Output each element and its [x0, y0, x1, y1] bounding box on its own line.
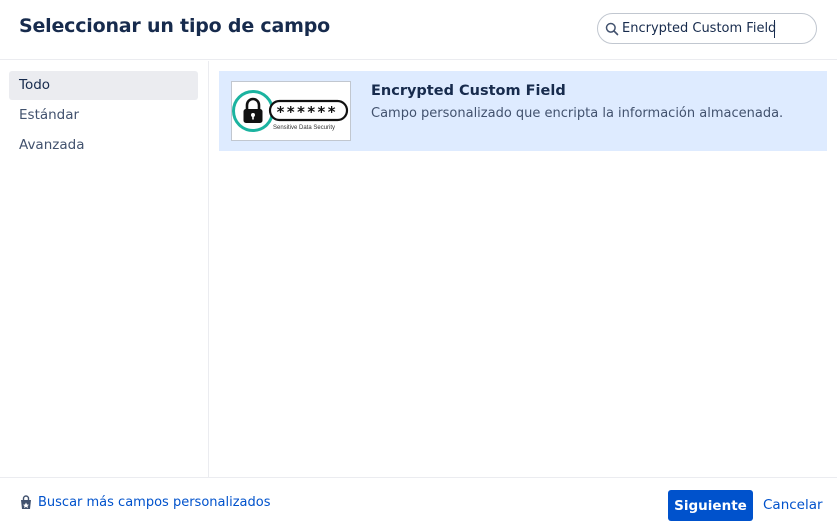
cancel-button[interactable]: Cancelar: [763, 490, 823, 521]
sidebar-item-estandar[interactable]: Estándar: [9, 101, 198, 130]
thumbnail-caption: Sensitive Data Security: [273, 125, 335, 131]
marketplace-bag-icon: [21, 495, 31, 509]
find-more-fields-link[interactable]: Buscar más campos personalizados: [19, 495, 270, 510]
dialog-header: Seleccionar un tipo de campo: [0, 0, 837, 60]
result-item-encrypted-custom-field[interactable]: ****** Sensitive Data Security Encrypted…: [219, 71, 827, 151]
sidebar-item-avanzada[interactable]: Avanzada: [9, 131, 198, 160]
dialog-title: Seleccionar un tipo de campo: [19, 15, 330, 37]
result-thumbnail: ****** Sensitive Data Security: [231, 81, 351, 141]
search-box[interactable]: [597, 13, 817, 44]
results-panel: ****** Sensitive Data Security Encrypted…: [209, 61, 837, 477]
result-description: Campo personalizado que encripta la info…: [371, 106, 784, 121]
dialog-footer: Buscar más campos personalizados Siguien…: [0, 477, 837, 526]
find-more-fields-label: Buscar más campos personalizados: [38, 495, 271, 510]
password-mask: ******: [276, 103, 337, 121]
category-sidebar: Todo Estándar Avanzada: [0, 61, 209, 477]
sidebar-item-todo[interactable]: Todo: [9, 71, 198, 100]
padlock-icon: [232, 90, 274, 132]
result-title: Encrypted Custom Field: [371, 83, 566, 99]
search-input[interactable]: [622, 18, 810, 39]
search-icon: [605, 22, 619, 36]
text-caret: [774, 20, 775, 38]
next-button[interactable]: Siguiente: [668, 490, 753, 521]
